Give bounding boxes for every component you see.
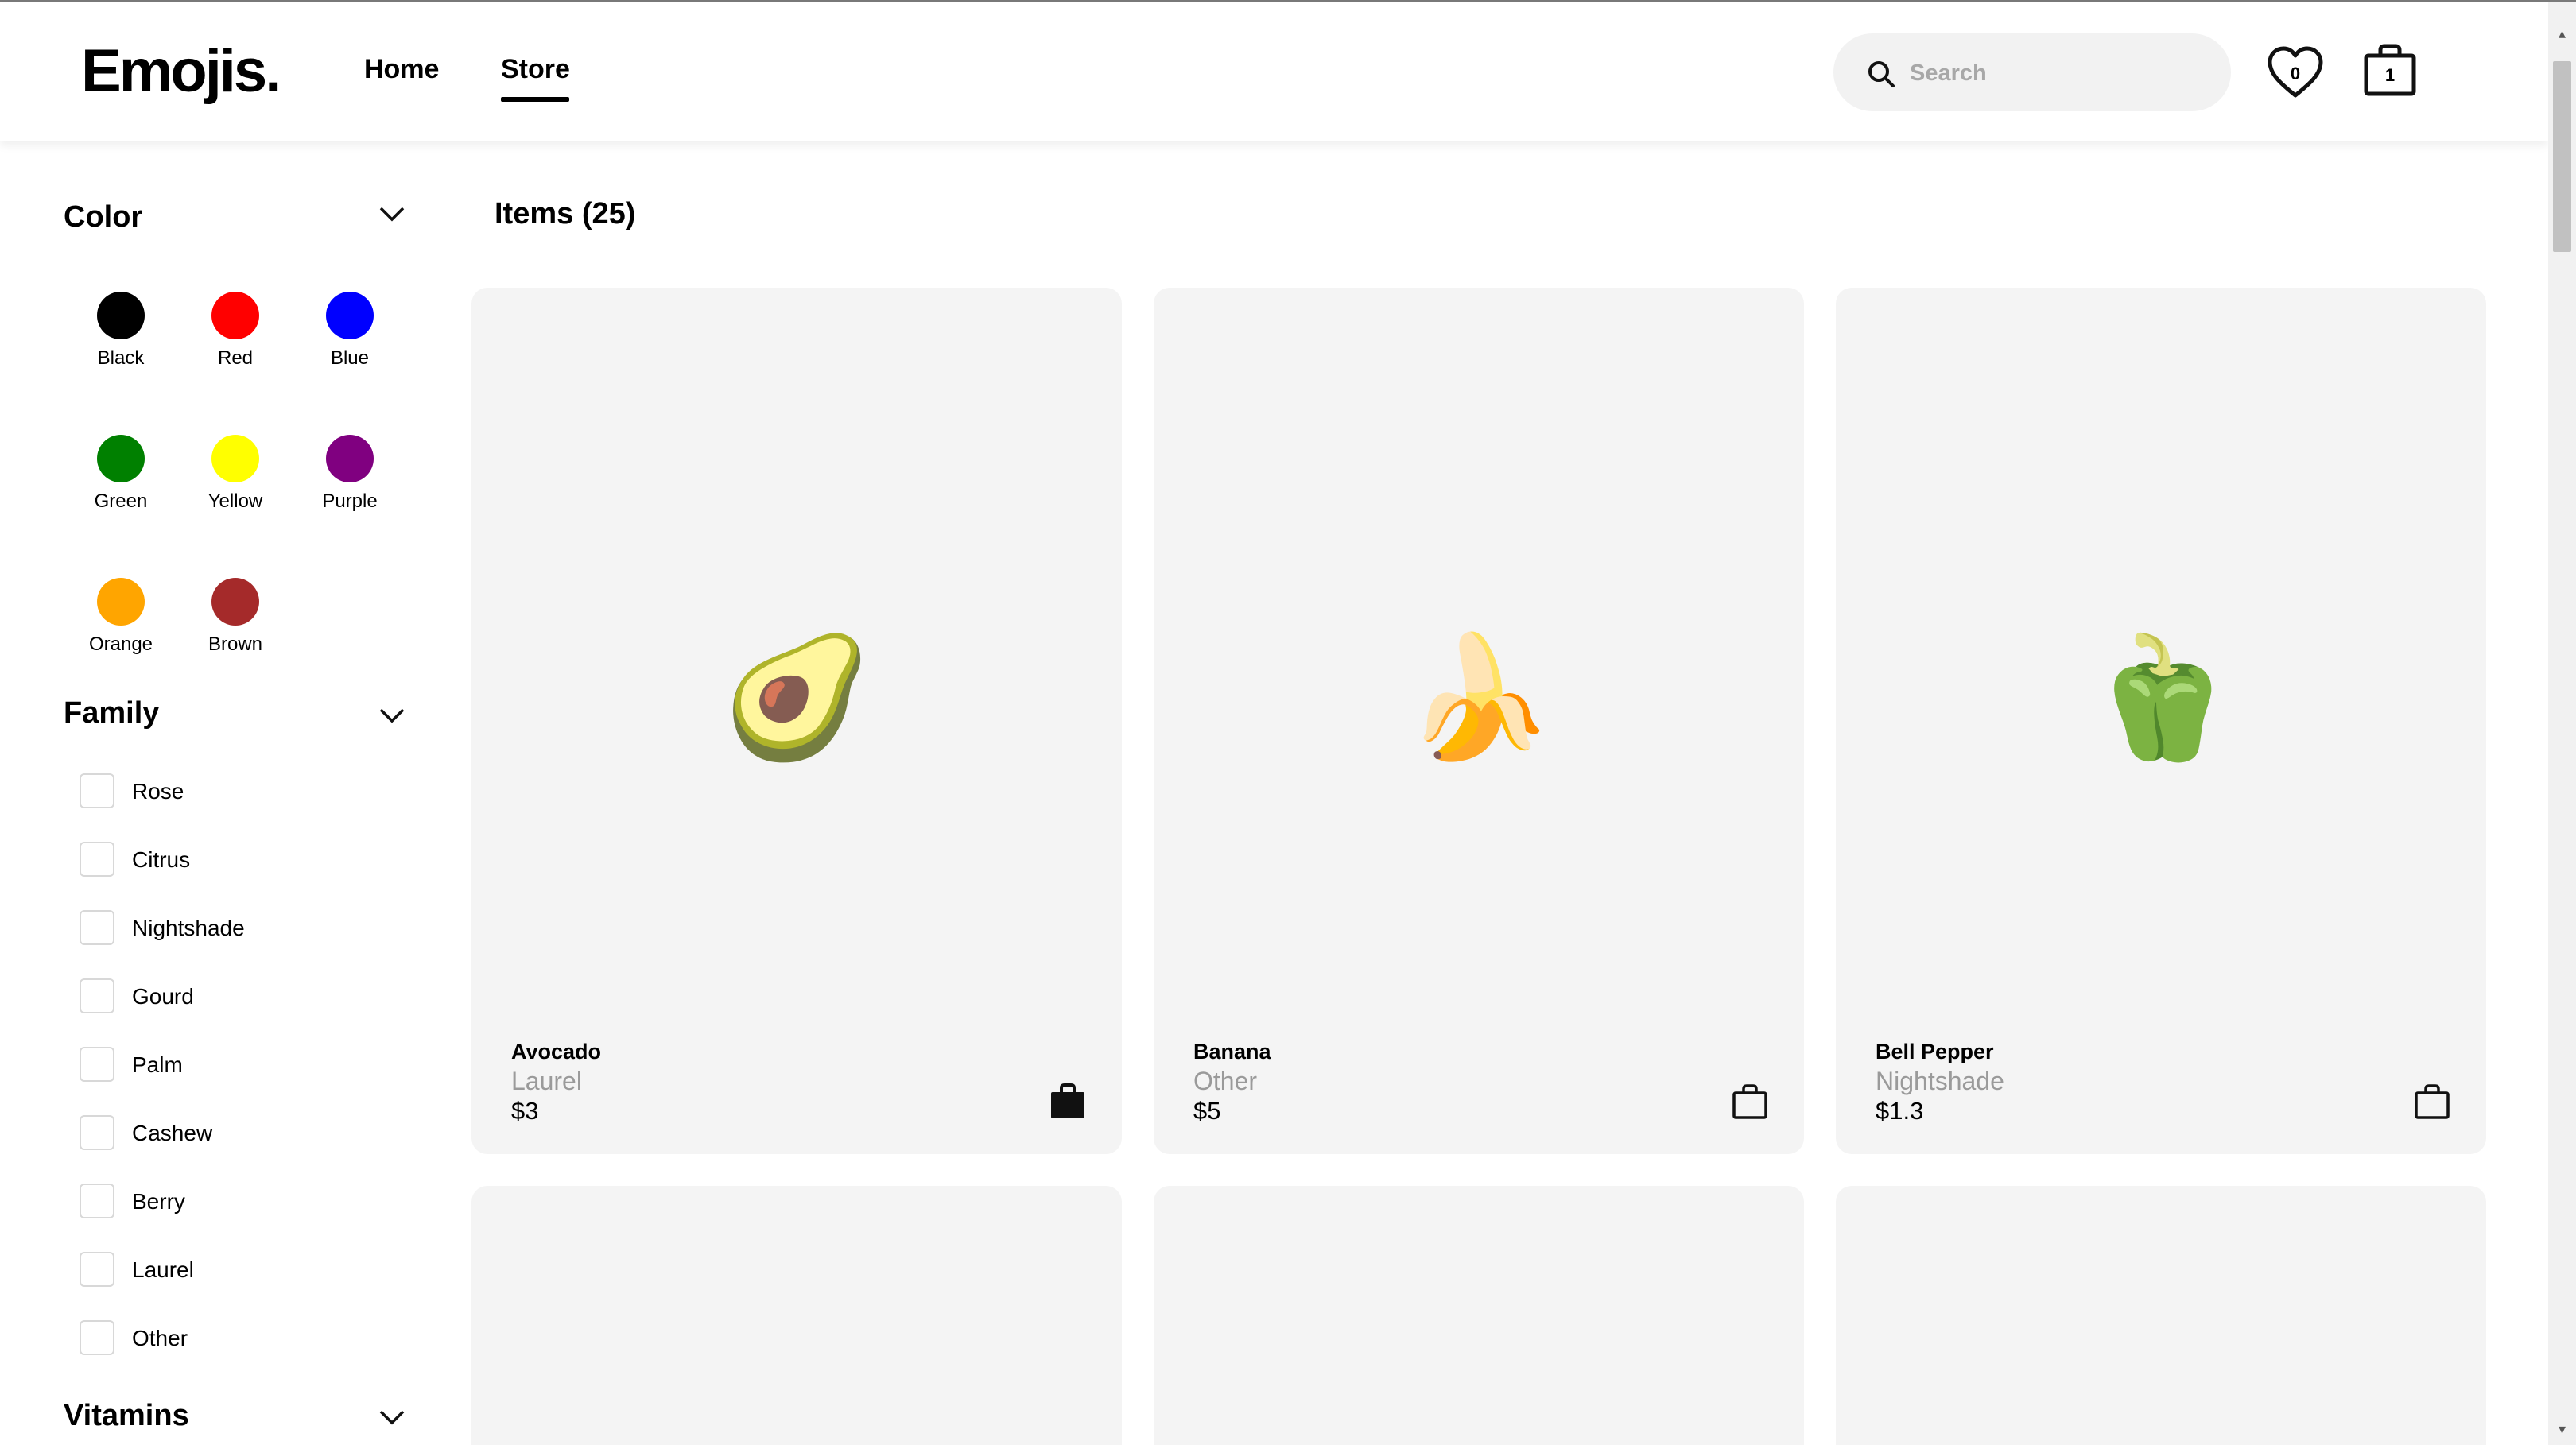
color-label-black: Black bbox=[97, 347, 145, 369]
cart-button[interactable]: 1 bbox=[2361, 41, 2419, 99]
product-name: Avocado bbox=[511, 1040, 602, 1063]
family-checkbox-berry[interactable] bbox=[80, 1184, 114, 1218]
filter-color-title[interactable]: Color bbox=[64, 200, 142, 234]
product-card[interactable] bbox=[1836, 1186, 2486, 1445]
chevron-down-icon[interactable] bbox=[378, 205, 405, 223]
shopping-bag-icon[interactable] bbox=[2413, 1083, 2451, 1121]
filter-vitamins-title[interactable]: Vitamins bbox=[64, 1399, 189, 1433]
color-label-purple: Purple bbox=[322, 490, 378, 512]
family-checkbox-citrus[interactable] bbox=[80, 842, 114, 877]
color-label-green: Green bbox=[94, 490, 148, 512]
color-swatch-red[interactable] bbox=[211, 292, 259, 339]
family-checkbox-cashew[interactable] bbox=[80, 1115, 114, 1150]
color-label-brown: Brown bbox=[208, 633, 263, 655]
scroll-up-arrow-icon[interactable]: ▴ bbox=[2548, 25, 2576, 42]
nav-active-underline bbox=[501, 97, 569, 102]
items-count-title: Items (25) bbox=[495, 197, 636, 231]
search-bar[interactable] bbox=[1833, 33, 2231, 111]
product-family: Nightshade bbox=[1876, 1067, 2004, 1095]
filter-family-title[interactable]: Family bbox=[64, 696, 159, 730]
product-price: $3 bbox=[511, 1097, 539, 1125]
color-label-orange: Orange bbox=[88, 633, 153, 655]
product-card[interactable] bbox=[471, 1186, 1122, 1445]
family-checkbox-laurel[interactable] bbox=[80, 1252, 114, 1287]
color-swatch-green[interactable] bbox=[97, 435, 145, 482]
nav-home[interactable]: Home bbox=[364, 54, 439, 85]
product-name: Bell Pepper bbox=[1876, 1040, 1994, 1063]
color-label-blue: Blue bbox=[330, 347, 370, 369]
family-checkbox-other[interactable] bbox=[80, 1320, 114, 1355]
color-swatch-black[interactable] bbox=[97, 292, 145, 339]
chevron-down-icon[interactable] bbox=[378, 707, 405, 724]
product-family: Other bbox=[1193, 1067, 1258, 1095]
search-icon bbox=[1868, 61, 1895, 87]
chevron-down-icon[interactable] bbox=[378, 1408, 405, 1426]
product-image: 🫑 bbox=[2086, 630, 2236, 764]
product-card[interactable]: 🍌 Banana Other $5 bbox=[1154, 288, 1804, 1154]
shopping-bag-icon[interactable] bbox=[1731, 1083, 1769, 1121]
family-checkbox-rose[interactable] bbox=[80, 773, 114, 808]
product-price: $5 bbox=[1193, 1097, 1221, 1125]
family-label-berry[interactable]: Berry bbox=[132, 1189, 185, 1214]
color-label-red: Red bbox=[217, 347, 254, 369]
family-label-nightshade[interactable]: Nightshade bbox=[132, 916, 245, 941]
color-swatch-brown[interactable] bbox=[211, 578, 259, 626]
family-checkbox-nightshade[interactable] bbox=[80, 910, 114, 945]
logo[interactable]: Emojis. bbox=[81, 37, 281, 106]
color-swatch-orange[interactable] bbox=[97, 578, 145, 626]
family-label-rose[interactable]: Rose bbox=[132, 779, 184, 804]
color-swatch-blue[interactable] bbox=[326, 292, 374, 339]
scroll-down-arrow-icon[interactable]: ▾ bbox=[2548, 1421, 2576, 1438]
product-image: 🥑 bbox=[722, 630, 871, 764]
cart-count: 1 bbox=[2384, 65, 2396, 85]
family-label-gourd[interactable]: Gourd bbox=[132, 984, 194, 1009]
color-swatch-yellow[interactable] bbox=[211, 435, 259, 482]
product-card[interactable]: 🥑 Avocado Laurel $3 bbox=[471, 288, 1122, 1154]
wishlist-button[interactable]: 0 bbox=[2266, 45, 2325, 100]
family-label-laurel[interactable]: Laurel bbox=[132, 1257, 194, 1283]
product-image: 🍌 bbox=[1404, 630, 1554, 764]
product-card[interactable]: 🫑 Bell Pepper Nightshade $1.3 bbox=[1836, 288, 2486, 1154]
search-input[interactable] bbox=[1908, 52, 2213, 94]
color-label-yellow: Yellow bbox=[208, 490, 263, 512]
wishlist-count: 0 bbox=[2290, 64, 2301, 83]
scrollbar-thumb[interactable] bbox=[2553, 61, 2571, 252]
product-name: Banana bbox=[1193, 1040, 1271, 1063]
product-family: Laurel bbox=[511, 1067, 582, 1095]
color-swatch-purple[interactable] bbox=[326, 435, 374, 482]
family-label-other[interactable]: Other bbox=[132, 1326, 188, 1351]
product-card[interactable] bbox=[1154, 1186, 1804, 1445]
family-label-cashew[interactable]: Cashew bbox=[132, 1121, 212, 1146]
nav-store[interactable]: Store bbox=[501, 54, 570, 85]
product-price: $1.3 bbox=[1876, 1097, 1924, 1125]
family-label-citrus[interactable]: Citrus bbox=[132, 847, 190, 873]
family-label-palm[interactable]: Palm bbox=[132, 1052, 183, 1078]
shopping-bag-filled-icon[interactable] bbox=[1049, 1083, 1087, 1121]
page-scrollbar[interactable]: ▴ ▾ bbox=[2548, 2, 2576, 1445]
family-checkbox-gourd[interactable] bbox=[80, 978, 114, 1013]
header: Emojis. Home Store 0 1 bbox=[0, 2, 2548, 141]
family-checkbox-palm[interactable] bbox=[80, 1047, 114, 1082]
